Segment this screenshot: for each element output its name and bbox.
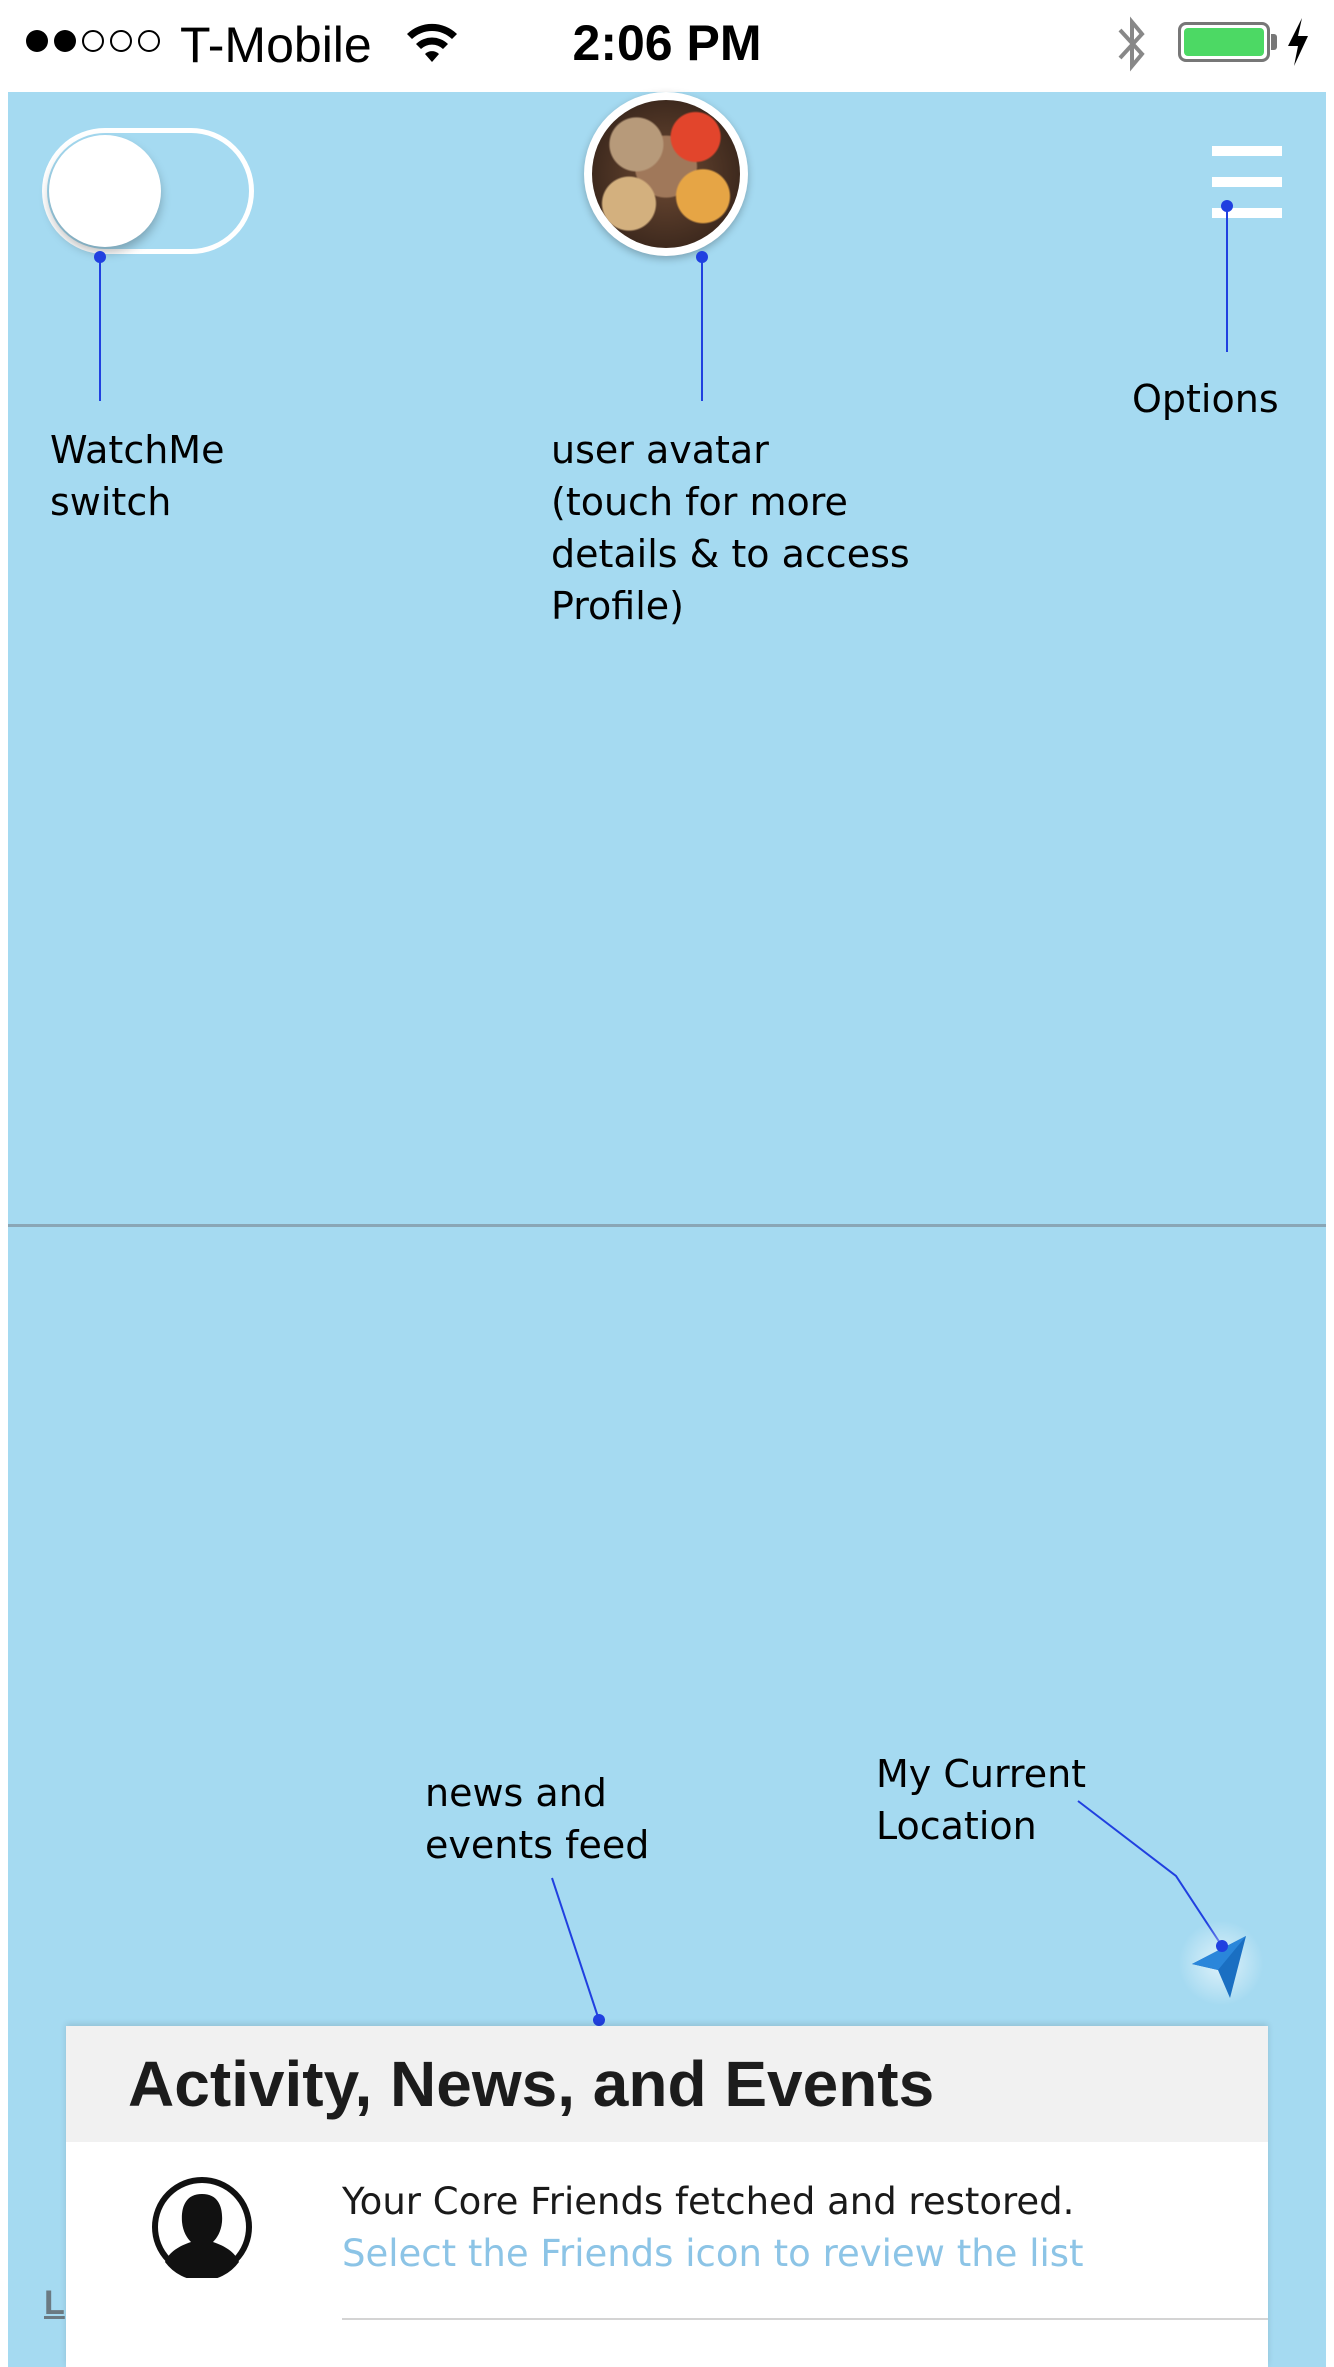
location-annotation: My Current Location [876,1752,1087,1848]
feed-item-title: Your Core Friends fetched and restored. [342,2180,1075,2223]
left-partial-label[interactable]: L [44,2284,65,2323]
status-bar: T-Mobile 2:06 PM [0,0,1334,88]
watchme-annotation-line [99,257,101,401]
charging-icon [1288,18,1308,66]
bluetooth-icon [1118,16,1145,72]
feed-title: Activity, News, and Events [66,2026,1268,2142]
switch-knob[interactable] [49,135,161,247]
avatar-annotation-line [701,257,703,401]
location-arrow-icon[interactable] [1190,1934,1250,2000]
hamburger-menu-icon [1212,146,1282,156]
watchme-annotation: WatchMe switch [50,428,225,524]
watchme-switch[interactable] [42,128,254,254]
person-silhouette-icon [152,2177,252,2278]
feed-item-subtitle[interactable]: Select the Friends icon to review the li… [342,2232,1084,2275]
avatar-annotation: user avatar (touch for more details & to… [551,428,910,628]
feed-item[interactable]: Your Core Friends fetched and restored. … [66,2142,1268,2322]
news-events-feed[interactable]: Activity, News, and Events Your Core Fri… [66,2026,1268,2367]
options-annotation-line [1226,206,1228,352]
user-avatar-icon [592,100,740,248]
battery-icon [1178,22,1270,62]
feed-item-divider [342,2318,1268,2320]
feed-annotation: news and events feed [425,1771,650,1867]
user-avatar-button[interactable] [584,92,748,256]
options-annotation: Options [1132,377,1279,421]
map-divider [8,1224,1326,1227]
